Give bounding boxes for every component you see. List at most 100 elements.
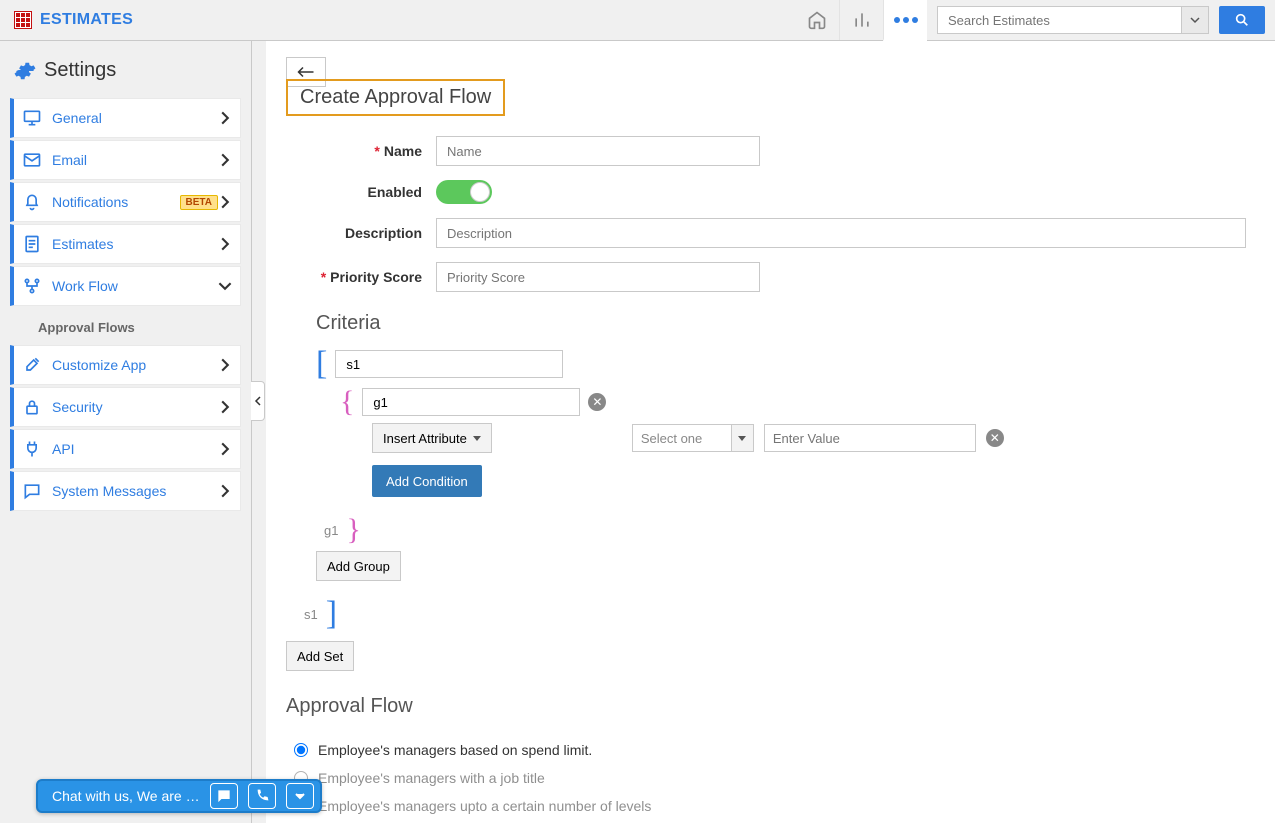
sidebar-item-label: API bbox=[52, 441, 218, 457]
sidebar: Settings General Email Notifications BET… bbox=[0, 41, 252, 823]
gear-icon bbox=[14, 60, 36, 82]
insert-attribute-label: Insert Attribute bbox=[383, 431, 467, 446]
search-area bbox=[937, 6, 1265, 34]
chat-collapse-icon[interactable] bbox=[286, 783, 314, 809]
set-name-input[interactable] bbox=[335, 350, 563, 378]
sidebar-item-email[interactable]: Email bbox=[10, 140, 241, 180]
form-row-enabled: Enabled bbox=[286, 180, 1255, 204]
search-button[interactable] bbox=[1219, 6, 1265, 34]
sidebar-item-label: System Messages bbox=[52, 483, 218, 499]
sidebar-item-label: Customize App bbox=[52, 357, 218, 373]
bracket-close-icon: ] bbox=[326, 597, 337, 631]
topbar-icons bbox=[795, 0, 927, 40]
brace-open-icon: { bbox=[340, 387, 354, 417]
chat-message-icon[interactable] bbox=[210, 783, 238, 809]
workflow-icon bbox=[22, 276, 42, 296]
chevron-right-icon bbox=[218, 111, 232, 125]
sidebar-subhead: Approval Flows bbox=[10, 308, 241, 345]
chevron-right-icon bbox=[218, 358, 232, 372]
description-label: Description bbox=[345, 225, 422, 241]
add-group-button[interactable]: Add Group bbox=[316, 551, 401, 581]
name-label: Name bbox=[384, 143, 422, 159]
chat-phone-icon[interactable] bbox=[248, 783, 276, 809]
sidebar-item-notifications[interactable]: Notifications BETA bbox=[10, 182, 241, 222]
more-icon[interactable] bbox=[883, 0, 927, 41]
plug-icon bbox=[22, 439, 42, 459]
group-close-label: g1 bbox=[324, 523, 338, 538]
af-option-3[interactable]: Employee's managers upto a certain numbe… bbox=[286, 792, 1255, 820]
settings-header: Settings bbox=[10, 53, 241, 98]
sidebar-item-messages[interactable]: System Messages bbox=[10, 471, 241, 511]
set-close-label: s1 bbox=[304, 607, 318, 622]
lock-icon bbox=[22, 397, 42, 417]
search-box bbox=[937, 6, 1209, 34]
brand[interactable]: ESTIMATES bbox=[14, 11, 133, 29]
criteria-title: Criteria bbox=[316, 312, 1255, 335]
insert-attribute-button[interactable]: Insert Attribute bbox=[372, 423, 492, 453]
priority-input[interactable] bbox=[436, 262, 760, 292]
af-option-1[interactable]: Employee's managers based on spend limit… bbox=[286, 736, 1255, 764]
af-radio-1[interactable] bbox=[294, 743, 308, 757]
group-open-row: { ✕ bbox=[340, 387, 1255, 417]
group-name-input[interactable] bbox=[362, 388, 580, 416]
chevron-right-icon bbox=[218, 442, 232, 456]
collapse-tab bbox=[252, 41, 266, 823]
sidebar-item-api[interactable]: API bbox=[10, 429, 241, 469]
main-content: Create Approval Flow *Name Enabled Descr… bbox=[266, 41, 1275, 823]
remove-group-button[interactable]: ✕ bbox=[588, 393, 606, 411]
remove-condition-button[interactable]: ✕ bbox=[986, 429, 1004, 447]
chevron-right-icon bbox=[218, 153, 232, 167]
operator-select[interactable]: Select one bbox=[632, 424, 754, 452]
sidebar-item-label: Estimates bbox=[52, 236, 218, 252]
chevron-right-icon bbox=[218, 484, 232, 498]
af-option-label: Employee's managers upto a certain numbe… bbox=[318, 798, 651, 814]
sidebar-item-security[interactable]: Security bbox=[10, 387, 241, 427]
sidebar-item-label: Work Flow bbox=[52, 278, 218, 294]
search-dropdown[interactable] bbox=[1181, 6, 1209, 34]
sidebar-item-workflow[interactable]: Work Flow bbox=[10, 266, 241, 306]
monitor-icon bbox=[22, 108, 42, 128]
sidebar-item-label: Security bbox=[52, 399, 218, 415]
set-close-row: s1 ] bbox=[300, 597, 1255, 631]
page-title: Create Approval Flow bbox=[286, 79, 505, 116]
brace-close-icon: } bbox=[346, 515, 360, 545]
chat-widget[interactable]: Chat with us, We are … bbox=[36, 779, 322, 813]
form-row-name: *Name bbox=[286, 136, 1255, 166]
chevron-right-icon bbox=[218, 237, 232, 251]
sidebar-item-customize[interactable]: Customize App bbox=[10, 345, 241, 385]
sidebar-item-label: General bbox=[52, 110, 218, 126]
sidebar-item-estimates[interactable]: Estimates bbox=[10, 224, 241, 264]
name-input[interactable] bbox=[436, 136, 760, 166]
sidebar-item-label: Notifications bbox=[52, 194, 174, 210]
sidebar-collapse-button[interactable] bbox=[251, 381, 265, 421]
condition-row: Insert Attribute Select one ✕ bbox=[372, 423, 1255, 453]
af-option-label: Employee's managers with a job title bbox=[318, 770, 545, 786]
approval-flow-title: Approval Flow bbox=[286, 695, 1255, 718]
description-input[interactable] bbox=[436, 218, 1246, 248]
document-icon bbox=[22, 234, 42, 254]
enabled-toggle[interactable] bbox=[436, 180, 492, 204]
bell-icon bbox=[22, 192, 42, 212]
topbar: ESTIMATES bbox=[0, 0, 1275, 41]
form-row-priority: *Priority Score bbox=[286, 262, 1255, 292]
chat-icon bbox=[22, 481, 42, 501]
approval-flow-section: Approval Flow Employee's managers based … bbox=[286, 695, 1255, 820]
add-set-button[interactable]: Add Set bbox=[286, 641, 354, 671]
chat-text: Chat with us, We are … bbox=[52, 788, 200, 804]
dots-icon bbox=[894, 17, 918, 23]
sidebar-item-label: Email bbox=[52, 152, 218, 168]
enabled-label: Enabled bbox=[368, 184, 422, 200]
value-input[interactable] bbox=[764, 424, 976, 452]
sidebar-item-general[interactable]: General bbox=[10, 98, 241, 138]
settings-title: Settings bbox=[44, 59, 116, 82]
af-option-2[interactable]: Employee's managers with a job title bbox=[286, 764, 1255, 792]
brand-icon bbox=[14, 11, 32, 29]
search-input[interactable] bbox=[937, 6, 1209, 34]
reports-icon[interactable] bbox=[839, 0, 883, 40]
caret-down-icon bbox=[473, 436, 481, 441]
add-condition-button[interactable]: Add Condition bbox=[372, 465, 482, 497]
brand-text: ESTIMATES bbox=[40, 11, 133, 29]
home-icon[interactable] bbox=[795, 0, 839, 40]
af-option-label: Employee's managers based on spend limit… bbox=[318, 742, 592, 758]
dropdown-icon bbox=[731, 425, 753, 451]
